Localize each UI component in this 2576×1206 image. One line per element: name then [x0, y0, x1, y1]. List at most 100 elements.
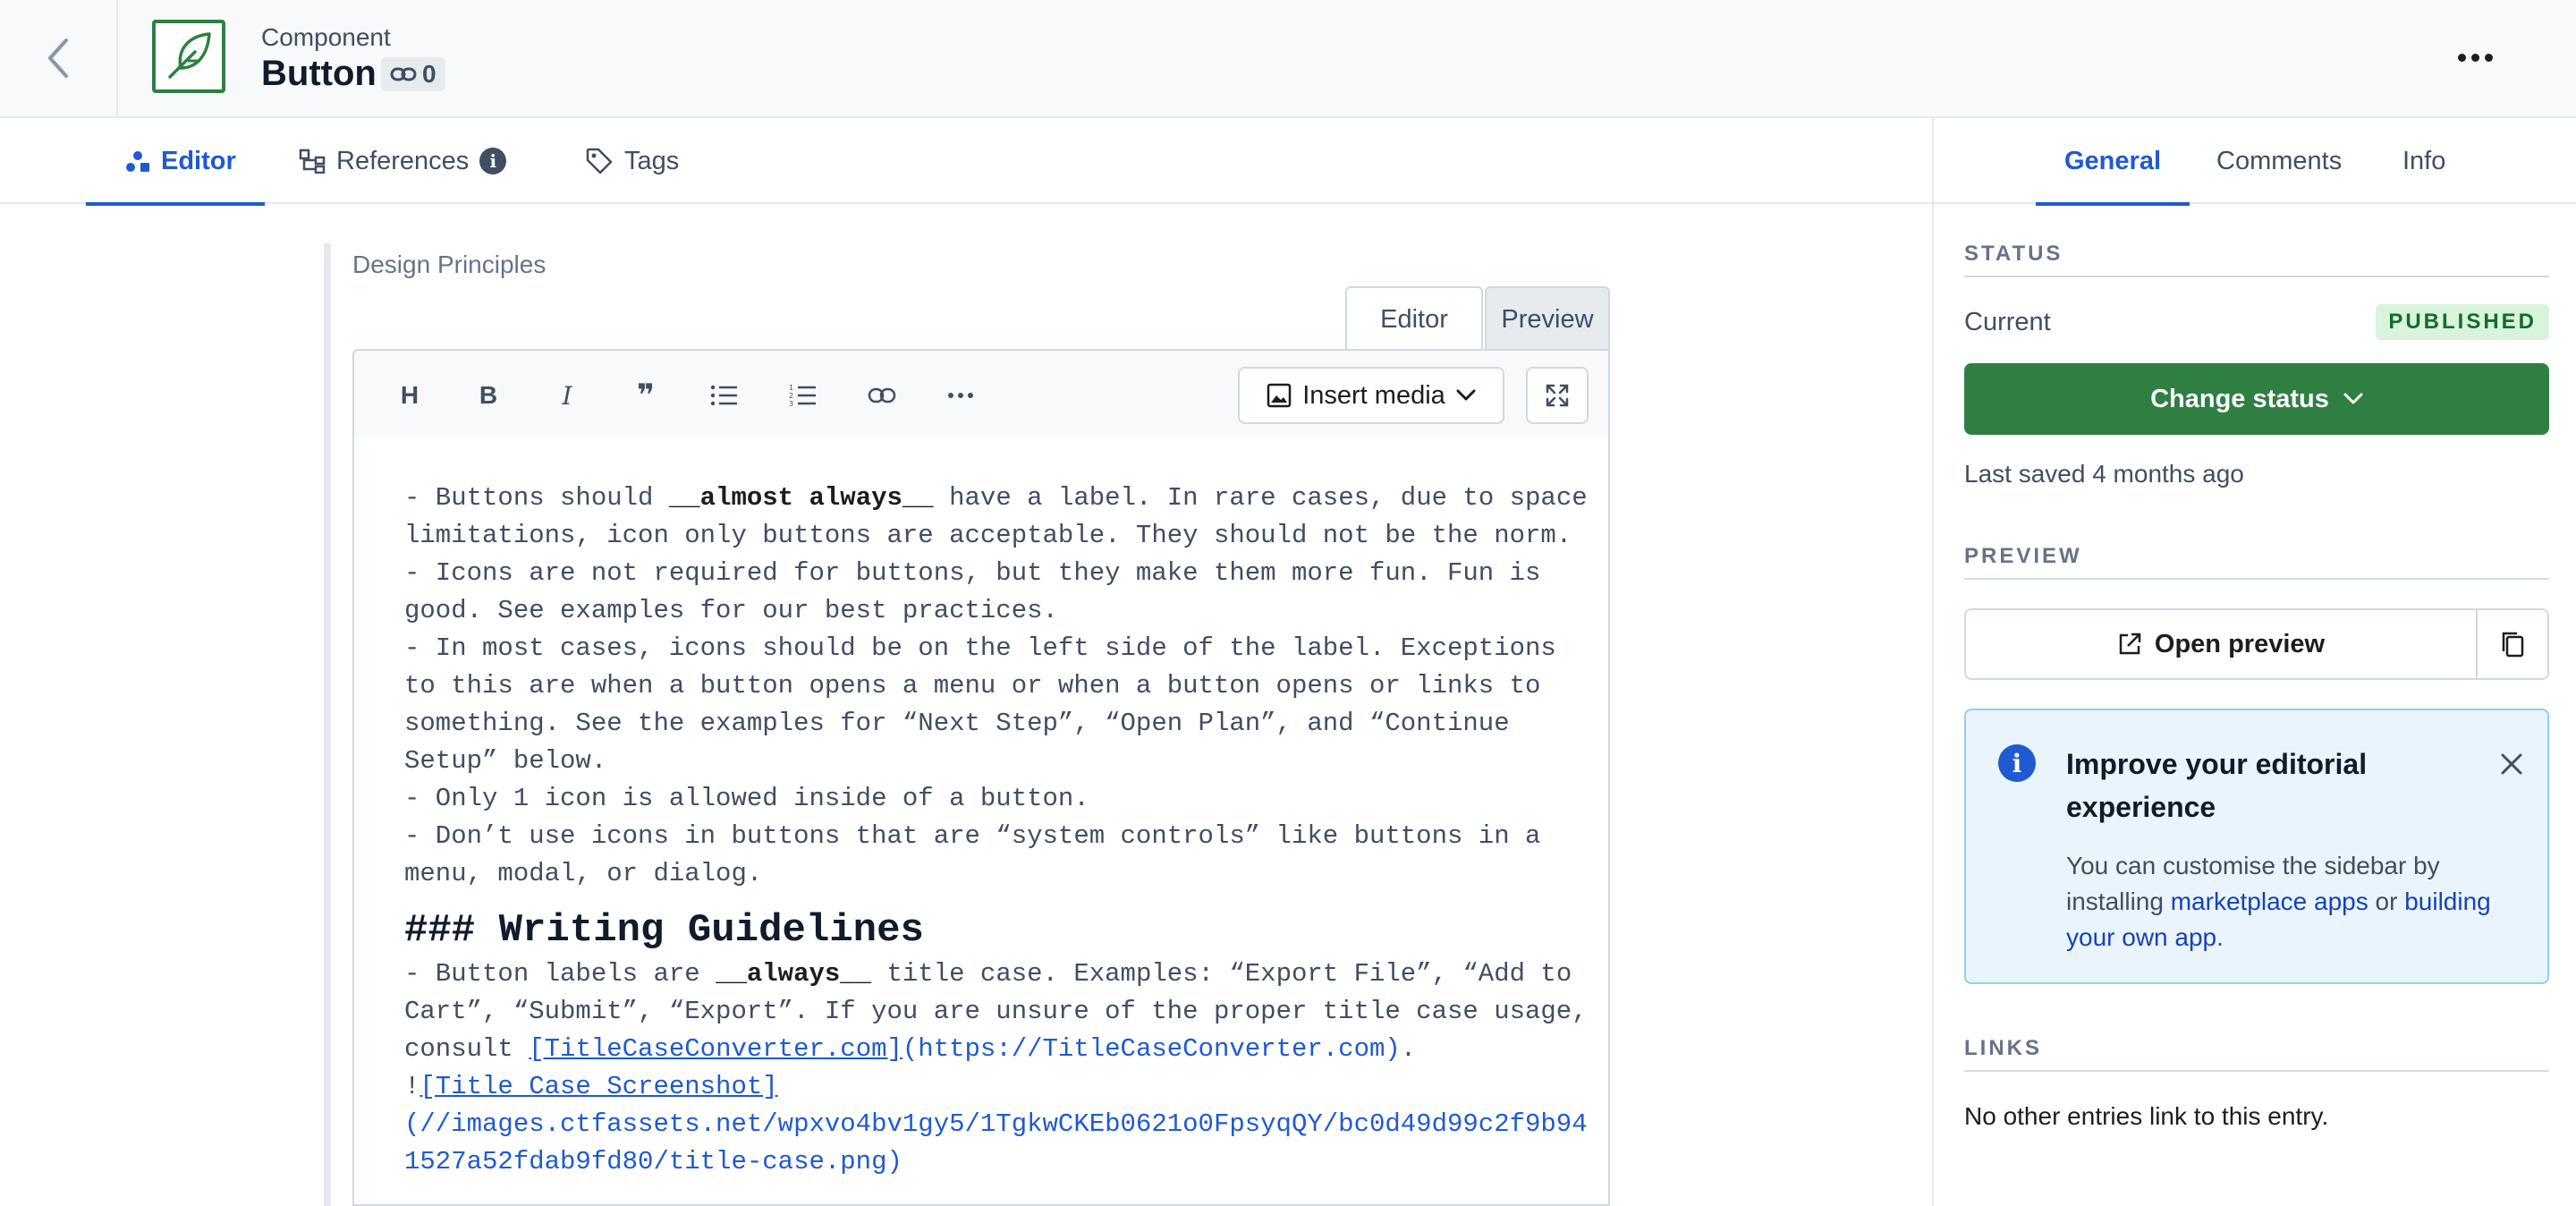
chevron-left-icon [48, 38, 68, 78]
note-title: Improve your editorial experience [2066, 748, 2368, 823]
link-count: 0 [422, 60, 436, 88]
editorial-experience-note: i Improve your editorial experience You … [1964, 709, 2549, 984]
sidebar-tab-info[interactable]: Info [2402, 118, 2445, 204]
bold-glyph: B [479, 381, 498, 409]
status-heading: STATUS [1964, 242, 2549, 277]
md-image-url: (//images.ctfassets.net/wpxvo4bv1gy5/1Tg… [404, 1109, 1588, 1139]
links-heading: LINKS [1964, 1036, 2549, 1072]
entry-content-type: Component [261, 23, 391, 51]
copy-icon [2502, 632, 2524, 658]
svg-text:1: 1 [789, 384, 793, 392]
tab-editor-label: Editor [161, 146, 236, 175]
change-status-label: Change status [2150, 384, 2329, 413]
change-status-button[interactable]: Change status [1964, 363, 2549, 435]
svg-text:2: 2 [789, 392, 793, 400]
bullet-list-icon [710, 385, 737, 406]
md-line: Cart”, “Submit”, “Export”. If you are un… [404, 997, 1588, 1026]
tab-references[interactable]: References i [299, 118, 507, 204]
md-line: - Icons are not required for buttons, bu… [404, 558, 1541, 588]
status-badge: PUBLISHED [2376, 304, 2549, 340]
bullet-list-button[interactable] [701, 372, 748, 419]
insert-media-button[interactable]: Insert media [1238, 367, 1504, 424]
md-line: - Don’t use icons in buttons that are “s… [404, 821, 1541, 851]
quote-button[interactable]: ❞ [623, 372, 669, 419]
last-saved-text: Last saved 4 months ago [1964, 460, 2244, 488]
fullscreen-button[interactable] [1526, 367, 1589, 424]
links-empty-text: No other entries link to this entry. [1964, 1102, 2329, 1130]
copy-preview-link-button[interactable] [2476, 610, 2547, 678]
tab-tags-label: Tags [624, 146, 680, 175]
svg-text:3: 3 [789, 400, 793, 408]
md-line: menu, modal, or dialog. [404, 859, 763, 888]
entry-title: Button [261, 54, 377, 93]
tab-references-label: References [336, 146, 470, 175]
md-image-alt: [Title Case Screenshot] [419, 1072, 778, 1101]
entry-sidebar: General Comments Info STATUS Current PUB… [1932, 118, 2576, 1206]
tab-tags[interactable]: Tags [585, 118, 679, 204]
link-icon [868, 387, 896, 403]
back-button[interactable] [0, 0, 118, 116]
md-line: have a label. In rare cases, due to spac… [933, 483, 1588, 513]
open-preview-button[interactable]: Open preview [1966, 610, 2476, 678]
md-line: - In most cases, icons should be on the … [404, 633, 1556, 663]
insert-link-button[interactable] [859, 372, 905, 419]
markdown-content: - Buttons should __almost always__ have … [404, 480, 1588, 1181]
markdown-preview-mode-button[interactable]: Preview [1485, 286, 1610, 351]
note-body: You can customise the sidebar by install… [2066, 848, 2531, 955]
close-icon[interactable] [2497, 750, 2526, 778]
md-line: - Button labels are [404, 959, 716, 989]
md-link-url: (https://TitleCaseConverter.com) [902, 1034, 1401, 1064]
chevron-down-icon [1456, 389, 1476, 401]
markdown-textarea[interactable]: - Buttons should __almost always__ have … [352, 437, 1610, 1206]
md-line: title case. Examples: “Export File”, “Ad… [871, 959, 1572, 989]
feather-icon [152, 20, 225, 93]
md-line: - Buttons should [404, 483, 669, 513]
md-line: . [1400, 1034, 1417, 1064]
markdown-toolbar: H B I ❞ 123 Insert media [352, 349, 1610, 438]
info-icon: i [1998, 744, 2036, 782]
status-row: Current PUBLISHED [1964, 304, 2549, 340]
md-bold: __almost always__ [668, 483, 934, 513]
entry-tabs: Editor References i Tags [0, 118, 1932, 206]
field-label: Design Principles [352, 251, 547, 278]
md-line: consult [404, 1034, 530, 1064]
status-label: Current [1964, 307, 2051, 336]
md-line: something. See the examples for “Next St… [404, 709, 1510, 738]
quote-icon: ❞ [637, 378, 655, 412]
ellipsis-icon [948, 393, 973, 398]
info-icon[interactable]: i [479, 148, 507, 174]
bold-button[interactable]: B [465, 372, 512, 419]
md-line: limitations, icon only buttons are accep… [404, 521, 1572, 550]
sidebar-tab-comments[interactable]: Comments [2216, 118, 2342, 204]
chevron-down-icon [2343, 393, 2363, 404]
markdown-editor-mode-button[interactable]: Editor [1345, 286, 1483, 351]
numbered-list-icon: 123 [789, 384, 816, 408]
marketplace-apps-link[interactable]: marketplace apps [2171, 888, 2368, 915]
editor-icon [126, 151, 149, 172]
tag-icon [586, 148, 613, 174]
image-icon [1267, 383, 1292, 408]
numbered-list-button[interactable]: 123 [780, 372, 826, 419]
heading-glyph: H [400, 381, 419, 409]
md-line: Setup” below. [404, 746, 607, 776]
md-line: good. See examples for our best practice… [404, 596, 1058, 625]
md-line: ! [404, 1072, 420, 1101]
link-icon [390, 67, 417, 81]
entry-header: Component Button 0 [0, 0, 2576, 118]
preview-button-group: Open preview [1964, 608, 2549, 680]
note-text: . [2216, 923, 2224, 951]
references-icon [299, 149, 326, 174]
italic-button[interactable]: I [544, 372, 590, 419]
expand-icon [1546, 384, 1569, 407]
more-formatting-button[interactable] [937, 372, 984, 419]
link-count-badge: 0 [381, 57, 445, 91]
tab-editor[interactable]: Editor [86, 118, 265, 206]
heading-button[interactable]: H [386, 372, 433, 419]
sidebar-tabs: General Comments Info [1934, 118, 2576, 206]
sidebar-tab-general[interactable]: General [2036, 118, 2190, 206]
note-text: or [2368, 888, 2405, 915]
md-bold: __always__ [716, 959, 872, 989]
more-actions-button[interactable] [2451, 39, 2499, 75]
preview-heading: PREVIEW [1964, 544, 2549, 580]
md-line: - Only 1 icon is allowed inside of a but… [404, 784, 1089, 813]
